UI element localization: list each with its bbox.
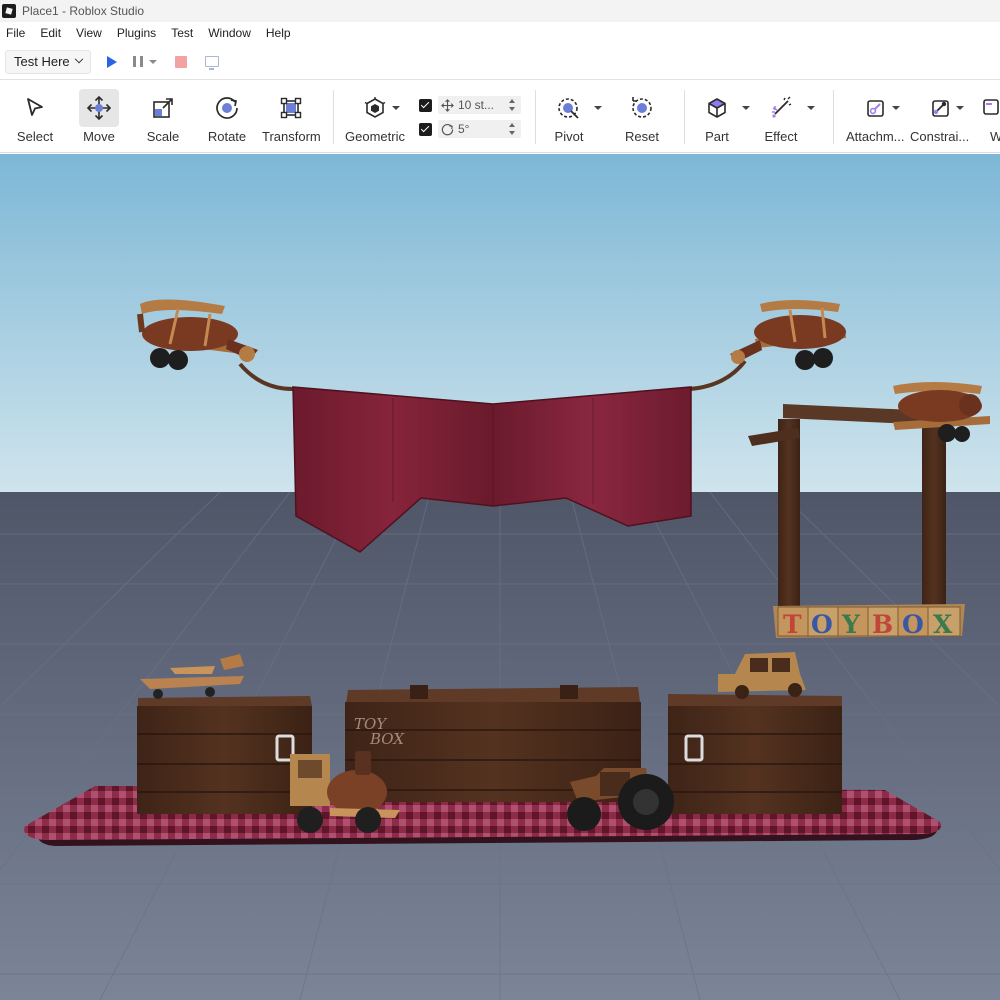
scale-box-icon: [143, 89, 183, 127]
scale-tool-button[interactable]: Scale: [143, 89, 183, 149]
reset-pivot-button[interactable]: Reset: [622, 89, 662, 149]
effect-insert-button[interactable]: Effect: [761, 89, 801, 149]
window-title: Place1 - Roblox Studio: [22, 4, 145, 18]
menu-bar: File Edit View Plugins Test Window Help: [0, 22, 1000, 44]
toolbar-divider: [684, 90, 685, 144]
rotate-tool-button[interactable]: Rotate: [207, 89, 247, 149]
rotate-snap-row: 5°: [419, 120, 521, 138]
sign-letter: X: [933, 610, 953, 639]
geometric-mode-button[interactable]: Geometric: [345, 89, 405, 149]
ribbon-toolbar: Select Move Scale Rotate Transform Geome…: [0, 80, 1000, 153]
chest-label-line2: BOX: [369, 730, 405, 748]
part-insert-label: Part: [705, 129, 729, 144]
viewport-scene[interactable]: T O Y B O X TOY BOX: [0, 154, 1000, 1000]
sign-letter: B: [872, 610, 893, 639]
reset-pivot-label: Reset: [625, 129, 659, 144]
toolbar-divider: [333, 90, 334, 144]
test-mode-dropdown[interactable]: Test Here: [5, 49, 91, 74]
3d-viewport[interactable]: T O Y B O X TOY BOX: [0, 154, 1000, 1000]
attachment-insert-label: Attachm...: [846, 129, 905, 144]
constraint-insert-button[interactable]: Constrai...: [910, 89, 969, 149]
effect-insert-label: Effect: [764, 129, 798, 144]
rotate-snap-icon: [441, 123, 454, 135]
toolbar-divider: [833, 90, 834, 144]
sign-letter: Y: [841, 610, 861, 639]
constraint-dropdown-icon[interactable]: [956, 106, 964, 110]
geometric-cube-icon: [355, 89, 395, 127]
move-snap-row: 10 st...: [419, 96, 521, 114]
menu-test[interactable]: Test: [171, 26, 193, 40]
move-tool-button[interactable]: Move: [79, 89, 119, 149]
constraint-insert-label: Constrai...: [910, 129, 970, 144]
wooden-crate-right[interactable]: [668, 694, 842, 814]
menu-window[interactable]: Window: [208, 26, 251, 40]
pivot-tool-button[interactable]: Pivot: [549, 89, 589, 149]
part-cube-icon: [697, 89, 737, 127]
test-mode-label: Test Here: [14, 54, 70, 69]
pause-options-dropdown-icon[interactable]: [148, 59, 157, 64]
rotate-snap-input[interactable]: 5°: [438, 120, 521, 138]
part-insert-button[interactable]: Part: [697, 89, 737, 149]
move-arrows-icon: [79, 89, 119, 127]
overflow-tool-button[interactable]: W: [976, 89, 1000, 149]
stop-icon[interactable]: [174, 55, 187, 68]
attachment-dropdown-icon[interactable]: [892, 106, 900, 110]
menu-file[interactable]: File: [6, 26, 25, 40]
rotate-snap-value: 5°: [458, 122, 470, 136]
pivot-icon: [549, 89, 589, 127]
roblox-studio-window: Place1 - Roblox Studio File Edit View Pl…: [0, 0, 1000, 1000]
test-controls-bar: Test Here: [0, 44, 1000, 80]
attachment-icon: [855, 89, 895, 127]
weld-icon: [976, 89, 1000, 127]
menu-help[interactable]: Help: [266, 26, 291, 40]
rotate-snap-checkbox[interactable]: [419, 122, 432, 136]
overflow-tool-label: W: [990, 129, 1000, 144]
move-snap-icon: [441, 98, 454, 112]
sign-letter: O: [902, 610, 924, 639]
transform-tool-button[interactable]: Transform: [262, 89, 321, 149]
client-server-screen-icon[interactable]: [204, 56, 219, 70]
pause-icon[interactable]: [132, 56, 143, 67]
roblox-studio-logo-icon: [2, 4, 16, 18]
constraint-icon: [920, 89, 960, 127]
menu-edit[interactable]: Edit: [40, 26, 61, 40]
move-snap-spinner-icon[interactable]: [509, 98, 515, 112]
move-snap-input[interactable]: 10 st...: [438, 96, 521, 114]
move-snap-value: 10 st...: [458, 98, 495, 112]
move-tool-label: Move: [83, 129, 115, 144]
part-dropdown-icon[interactable]: [742, 106, 750, 110]
title-bar: Place1 - Roblox Studio: [0, 0, 1000, 22]
move-snap-checkbox[interactable]: [419, 98, 432, 112]
select-tool-label: Select: [16, 129, 54, 144]
pivot-tool-label: Pivot: [554, 129, 584, 144]
menu-view[interactable]: View: [76, 26, 102, 40]
select-tool-button[interactable]: Select: [15, 89, 55, 149]
rotate-tool-label: Rotate: [207, 129, 247, 144]
transform-tool-label: Transform: [262, 129, 321, 144]
rotate-circle-icon: [207, 89, 247, 127]
rotate-snap-spinner-icon[interactable]: [509, 122, 515, 136]
effect-dropdown-icon[interactable]: [807, 106, 815, 110]
geometric-dropdown-icon[interactable]: [392, 106, 400, 110]
sign-letter: T: [783, 610, 802, 639]
reset-pivot-icon: [622, 89, 662, 127]
play-icon[interactable]: [106, 55, 117, 68]
sign-letter: O: [811, 610, 833, 639]
geometric-mode-label: Geometric: [345, 129, 405, 144]
pivot-dropdown-icon[interactable]: [594, 106, 602, 110]
menu-plugins[interactable]: Plugins: [117, 26, 156, 40]
cursor-arrow-icon: [15, 89, 55, 127]
transform-frame-icon: [262, 89, 320, 127]
wooden-crate-left[interactable]: [137, 696, 312, 814]
attachment-insert-button[interactable]: Attachm...: [846, 89, 905, 149]
effect-sparkle-icon: [761, 89, 801, 127]
chevron-down-icon: [74, 54, 83, 63]
toybox-block-sign[interactable]: T O Y B O X: [773, 604, 965, 639]
toolbar-divider: [535, 90, 536, 144]
scale-tool-label: Scale: [146, 129, 180, 144]
